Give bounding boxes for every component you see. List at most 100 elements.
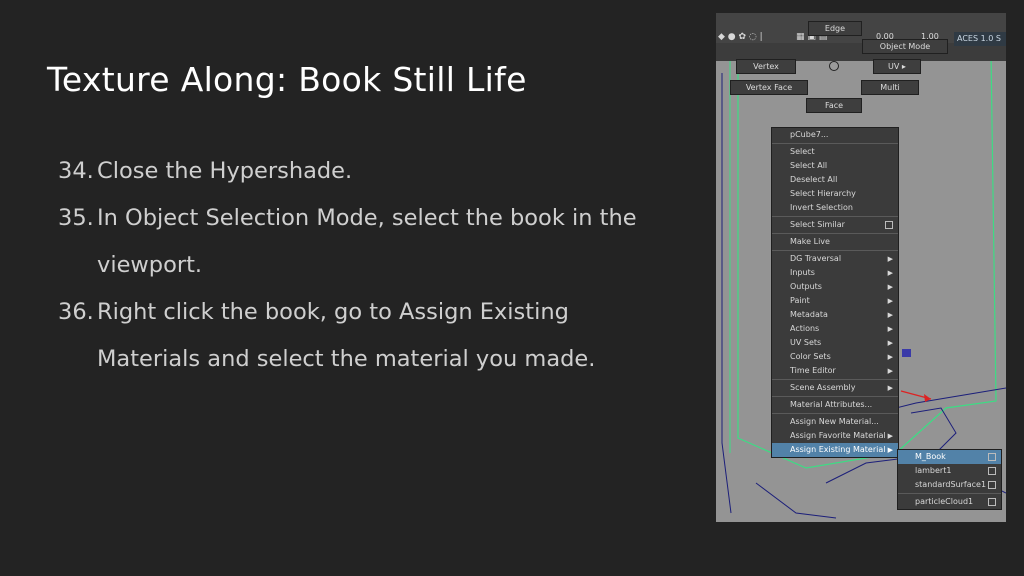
submenu-arrow-icon: ▶ (887, 283, 893, 291)
submenu-arrow-icon: ▶ (887, 297, 893, 305)
material-menu-item[interactable]: standardSurface1 (898, 478, 1001, 492)
slide-title: Texture Along: Book Still Life (47, 60, 527, 99)
option-box-icon[interactable] (988, 467, 996, 475)
menu-item-label: Actions (790, 324, 820, 333)
menu-separator (772, 216, 898, 217)
marking-menu-vertex[interactable]: Vertex (736, 59, 796, 74)
menu-item-label: Make Live (790, 237, 830, 246)
context-menu-item[interactable]: Time Editor ▶ (772, 364, 898, 378)
context-menu-item[interactable]: Scene Assembly ▶ (772, 381, 898, 395)
step-text: Right click the book, go to Assign Exist… (97, 299, 596, 372)
marking-menu-uv-label: UV (888, 62, 900, 71)
material-menu-item[interactable]: particleCloud1 (898, 495, 1001, 509)
marking-menu-multi[interactable]: Multi (861, 80, 919, 95)
marking-menu-edge[interactable]: Edge (808, 21, 862, 36)
submenu-arrow-icon: ▶ (887, 339, 893, 347)
menu-separator (898, 493, 1001, 494)
step-item: 35. In Object Selection Mode, select the… (58, 195, 668, 289)
menu-item-label: Time Editor (790, 366, 836, 375)
submenu-arrow-icon: ▶ (887, 269, 893, 277)
material-name: standardSurface1 (915, 480, 987, 489)
material-name: lambert1 (915, 466, 952, 475)
context-menu-item[interactable]: DG Traversal ▶ (772, 252, 898, 266)
menu-separator (772, 413, 898, 414)
context-menu-item[interactable]: Material Attributes... (772, 398, 898, 412)
marking-menu-object-mode[interactable]: Object Mode (862, 39, 948, 54)
context-menu-item[interactable]: pCube7... (772, 128, 898, 142)
context-menu-item[interactable]: Outputs ▶ (772, 280, 898, 294)
context-menu-item[interactable]: Color Sets ▶ (772, 350, 898, 364)
option-box-icon[interactable] (988, 481, 996, 489)
marking-menu-center (829, 61, 839, 71)
chevron-right-icon: ▸ (901, 62, 906, 71)
menu-item-label: Paint (790, 296, 810, 305)
menu-item-label: Assign Favorite Material (790, 431, 886, 440)
context-menu-item[interactable]: Select All (772, 159, 898, 173)
marking-menu-vertex-face[interactable]: Vertex Face (730, 80, 808, 95)
material-name: particleCloud1 (915, 497, 974, 506)
context-menu-item[interactable]: Select (772, 145, 898, 159)
context-menu-item[interactable]: Select Hierarchy (772, 187, 898, 201)
context-menu-item[interactable]: UV Sets ▶ (772, 336, 898, 350)
menu-item-label: Color Sets (790, 352, 831, 361)
step-number: 36. (58, 299, 94, 325)
submenu-arrow-icon: ▶ (887, 255, 893, 263)
step-number: 34. (58, 158, 94, 184)
submenu-arrow-icon: ▶ (887, 432, 893, 440)
menu-item-label: Outputs (790, 282, 822, 291)
menu-separator (772, 250, 898, 251)
option-box-icon[interactable] (988, 453, 996, 461)
menu-item-label: Material Attributes... (790, 400, 873, 409)
context-menu-item[interactable]: Assign Favorite Material ▶ (772, 429, 898, 443)
menu-item-label: Select (790, 147, 815, 156)
color-space-label[interactable]: ACES 1.0 S (954, 32, 1006, 46)
option-box-icon[interactable] (885, 221, 893, 229)
step-number: 35. (58, 205, 94, 231)
menu-item-label: Inputs (790, 268, 815, 277)
context-menu-item[interactable]: Paint ▶ (772, 294, 898, 308)
menu-item-label: Scene Assembly (790, 383, 856, 392)
submenu-arrow-icon: ▶ (887, 446, 893, 454)
step-text: In Object Selection Mode, select the boo… (97, 205, 637, 278)
context-menu: pCube7... Select Select All Deselect All Sel… (771, 127, 899, 458)
submenu-arrow-icon: ▶ (887, 311, 893, 319)
menu-separator (772, 233, 898, 234)
context-menu-item[interactable]: Assign New Material... (772, 415, 898, 429)
menu-item-label: Assign New Material... (790, 417, 879, 426)
context-menu-item[interactable]: Metadata ▶ (772, 308, 898, 322)
context-menu-item[interactable]: Actions ▶ (772, 322, 898, 336)
menu-item-label: Select All (790, 161, 828, 170)
submenu-arrow-icon: ▶ (887, 367, 893, 375)
submenu-arrow-icon: ▶ (887, 325, 893, 333)
context-menu-item[interactable]: Invert Selection (772, 201, 898, 215)
context-menu-item[interactable]: Select Similar (772, 218, 898, 232)
menu-item-label: Select Similar (790, 220, 845, 229)
step-item: 36. Right click the book, go to Assign E… (58, 289, 668, 383)
context-menu-item[interactable]: Assign Existing Material ▶ (772, 443, 898, 457)
submenu-arrow-icon: ▶ (887, 353, 893, 361)
maya-screenshot: ◆ ● ✿ ◌ | ▦ ▣ ▤ 0.00 1.00 ACES 1.0 S Edg… (716, 13, 1006, 522)
material-name: M_Book (915, 452, 946, 461)
marking-menu-face[interactable]: Face (806, 98, 862, 113)
menu-item-label: UV Sets (790, 338, 822, 347)
context-menu-item[interactable]: Make Live (772, 235, 898, 249)
option-box-icon[interactable] (988, 498, 996, 506)
menu-item-label: Metadata (790, 310, 828, 319)
assign-existing-material-submenu: M_Book lambert1 standardSurface1 particleCl… (897, 449, 1002, 510)
menu-item-label: Deselect All (790, 175, 838, 184)
material-menu-item[interactable]: lambert1 (898, 464, 1001, 478)
menu-separator (772, 379, 898, 380)
step-text: Close the Hypershade. (97, 158, 353, 184)
context-menu-item[interactable]: Inputs ▶ (772, 266, 898, 280)
menu-item-label: pCube7... (790, 130, 829, 139)
submenu-arrow-icon: ▶ (887, 384, 893, 392)
toolbar-icons[interactable]: ◆ ● ✿ ◌ | (718, 32, 763, 42)
marking-menu-uv[interactable]: UV ▸ (873, 59, 921, 74)
step-item: 34. Close the Hypershade. (58, 148, 668, 195)
menu-item-label: Invert Selection (790, 203, 853, 212)
steps-list: 34. Close the Hypershade. 35. In Object … (58, 148, 668, 383)
material-menu-item[interactable]: M_Book (898, 450, 1001, 464)
menu-separator (772, 396, 898, 397)
menu-item-label: Select Hierarchy (790, 189, 856, 198)
context-menu-item[interactable]: Deselect All (772, 173, 898, 187)
